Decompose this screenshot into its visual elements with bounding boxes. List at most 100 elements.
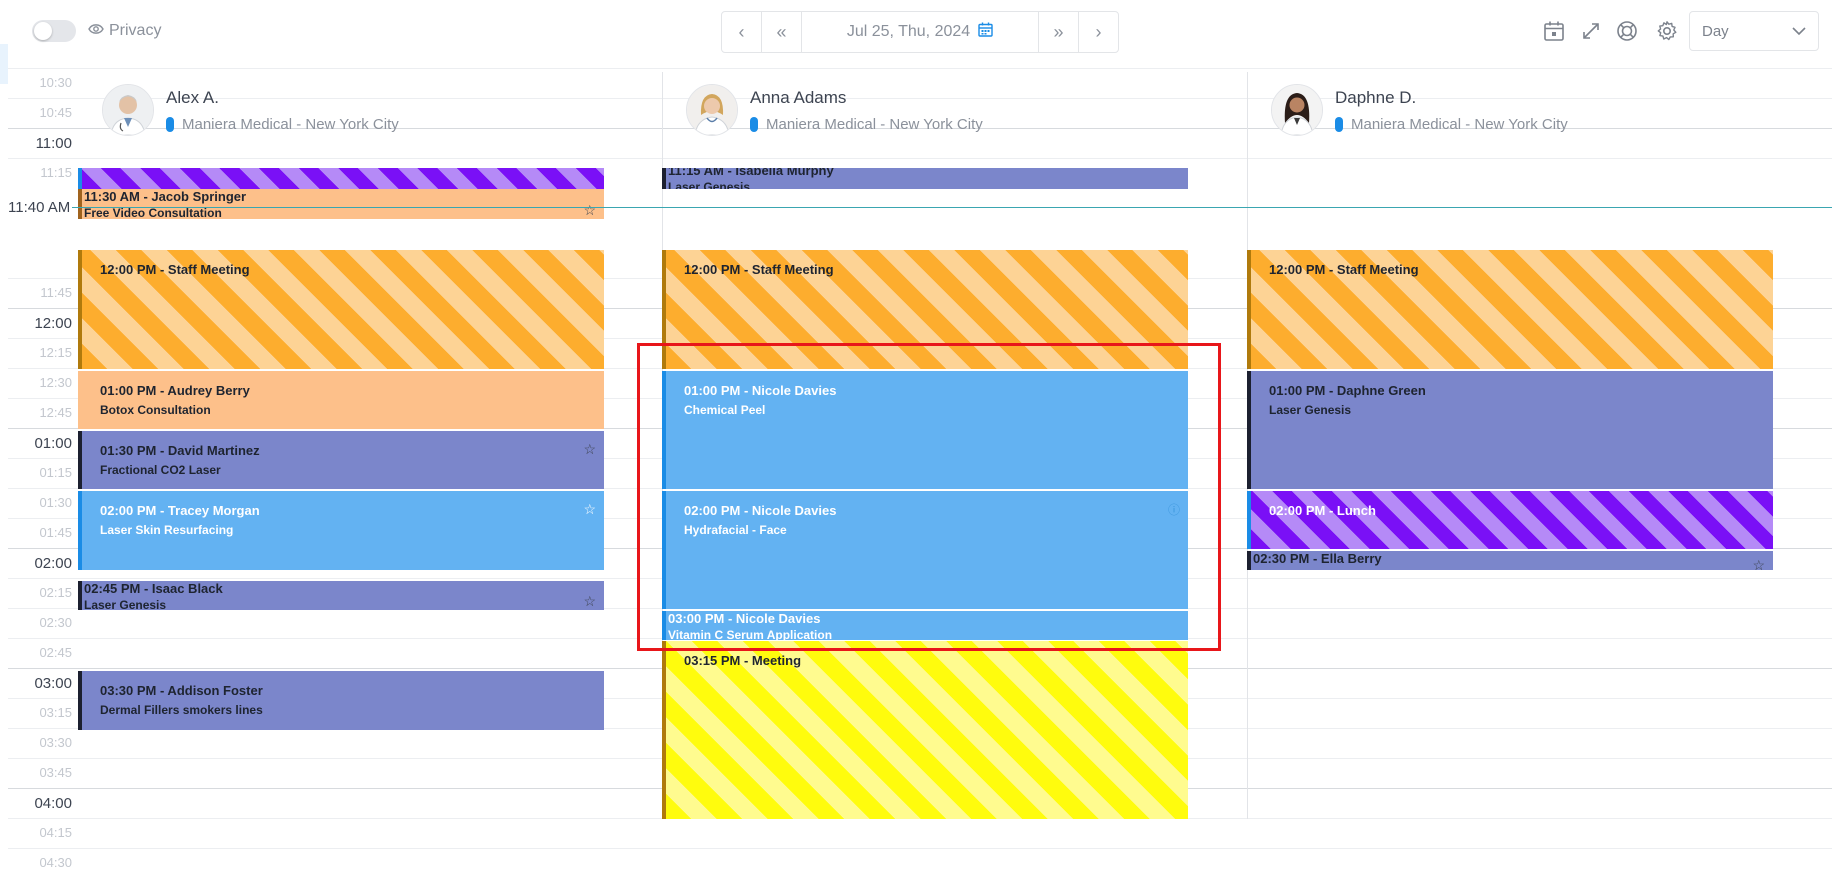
grid-line xyxy=(8,848,1832,849)
event-david-martinez[interactable]: 01:30 PM - David Martinez Fractional CO2… xyxy=(78,431,604,489)
resource-location: Maniera Medical - New York City xyxy=(1335,116,1568,133)
event-tracey-morgan[interactable]: 02:00 PM - Tracey Morgan Laser Skin Resu… xyxy=(78,491,604,570)
location-color-pill xyxy=(750,117,758,132)
highlight-box xyxy=(637,343,1221,651)
current-time-label: 11:40 AM xyxy=(8,199,73,216)
time-label: 03:00 xyxy=(34,675,72,692)
time-label: 02:45 xyxy=(39,645,72,660)
view-select-value: Day xyxy=(1702,22,1729,40)
chevron-left-icon: ‹ xyxy=(738,21,745,42)
event-jacob-springer[interactable]: 11:30 AM - Jacob Springer Free Video Con… xyxy=(78,189,604,219)
lifebuoy-icon[interactable] xyxy=(1614,18,1640,44)
event-title: 01:30 PM - David Martinez xyxy=(100,443,260,458)
event-lunch[interactable]: 02:00 PM - Lunch xyxy=(1247,491,1773,549)
star-icon[interactable]: ☆ xyxy=(583,441,596,458)
time-label: 01:45 xyxy=(39,525,72,540)
event-audrey-berry[interactable]: 01:00 PM - Audrey Berry Botox Consultati… xyxy=(78,371,604,429)
event-title: 02:30 PM - Ella Berry xyxy=(1253,551,1382,566)
next-week-button[interactable]: » xyxy=(1038,12,1078,52)
event-subtitle: Laser Skin Resurfacing xyxy=(100,523,234,537)
resource-location: Maniera Medical - New York City xyxy=(750,116,983,133)
time-label: 03:15 xyxy=(39,705,72,720)
double-chevron-left-icon: « xyxy=(776,21,787,42)
event-subtitle: Laser Genesis xyxy=(84,598,167,610)
event-title: 03:15 PM - Meeting xyxy=(684,653,802,668)
gear-icon[interactable] xyxy=(1654,18,1680,44)
event-meeting[interactable]: 03:15 PM - Meeting xyxy=(662,641,1188,819)
calendar-icon xyxy=(978,22,993,42)
star-icon[interactable]: ☆ xyxy=(583,593,596,610)
time-label: 03:45 xyxy=(39,765,72,780)
top-toolbar: Privacy ‹ « Jul 25, Thu, 2024 » › Day xyxy=(0,0,1832,62)
event-title: 12:00 PM - Staff Meeting xyxy=(100,262,250,277)
resource-location: Maniera Medical - New York City xyxy=(166,116,399,133)
privacy-toggle[interactable] xyxy=(32,20,76,42)
avatar xyxy=(1271,84,1323,136)
time-label: 03:30 xyxy=(39,735,72,750)
event-title: 02:00 PM - Lunch xyxy=(1269,503,1376,518)
time-label: 11:15 xyxy=(40,165,72,180)
current-time-line xyxy=(70,207,1832,208)
time-label: 12:30 xyxy=(39,375,72,390)
event-subtitle: Laser Genesis xyxy=(1269,403,1352,417)
date-navigator: ‹ « Jul 25, Thu, 2024 » › xyxy=(721,11,1119,53)
resource-header-alex: Alex A. Maniera Medical - New York City xyxy=(102,84,399,138)
event-block[interactable] xyxy=(78,168,604,189)
time-label: 12:15 xyxy=(39,345,72,360)
event-subtitle: Botox Consultation xyxy=(100,403,211,417)
event-subtitle: Laser Genesis xyxy=(668,180,751,189)
star-icon[interactable]: ☆ xyxy=(1752,557,1765,570)
event-title: 02:45 PM - Isaac Black xyxy=(84,581,223,596)
event-daphne-green[interactable]: 01:00 PM - Daphne Green Laser Genesis xyxy=(1247,371,1773,489)
prev-day-button[interactable]: ‹ xyxy=(722,12,762,52)
time-label: 11:45 xyxy=(40,285,72,300)
time-label: 01:00 xyxy=(34,435,72,452)
resource-header-anna: Anna Adams Maniera Medical - New York Ci… xyxy=(686,84,983,138)
time-label: 04:30 xyxy=(39,855,72,870)
privacy-control[interactable]: Privacy xyxy=(88,20,161,42)
time-label: 10:45 xyxy=(39,105,72,120)
date-picker[interactable]: Jul 25, Thu, 2024 xyxy=(802,12,1038,52)
time-label: 12:45 xyxy=(39,405,72,420)
avatar xyxy=(102,84,154,136)
grid-line xyxy=(8,68,1832,69)
event-addison-foster[interactable]: 03:30 PM - Addison Foster Dermal Fillers… xyxy=(78,671,604,730)
location-label: Maniera Medical - New York City xyxy=(766,116,983,133)
double-chevron-right-icon: » xyxy=(1053,21,1064,42)
event-title: 11:15 AM - Isabella Murphy xyxy=(668,168,834,178)
current-date: Jul 25, Thu, 2024 xyxy=(846,23,971,40)
resource-name: Alex A. xyxy=(166,88,219,107)
star-icon[interactable]: ☆ xyxy=(583,501,596,518)
event-title: 01:00 PM - Daphne Green xyxy=(1269,383,1426,398)
time-label: 01:30 xyxy=(39,495,72,510)
event-subtitle: Dermal Fillers smokers lines xyxy=(100,703,263,717)
time-label: 10:30 xyxy=(39,75,72,90)
event-staff-meeting[interactable]: 12:00 PM - Staff Meeting xyxy=(1247,250,1773,369)
view-select[interactable]: Day xyxy=(1689,11,1819,51)
prev-week-button[interactable]: « xyxy=(762,12,802,52)
chevron-right-icon: › xyxy=(1095,21,1102,42)
privacy-label: Privacy xyxy=(109,22,162,39)
event-subtitle: Fractional CO2 Laser xyxy=(100,463,221,477)
event-title: 12:00 PM - Staff Meeting xyxy=(1269,262,1419,277)
next-day-button[interactable]: › xyxy=(1078,12,1118,52)
star-icon[interactable]: ☆ xyxy=(583,202,596,219)
event-isaac-black[interactable]: 02:45 PM - Isaac Black Laser Genesis ☆ xyxy=(78,581,604,610)
toggle-knob xyxy=(34,22,52,40)
expand-icon[interactable] xyxy=(1578,18,1604,44)
sidebar-edge-marker xyxy=(0,44,8,84)
event-title: 12:00 PM - Staff Meeting xyxy=(684,262,834,277)
eye-icon xyxy=(88,22,104,40)
event-staff-meeting[interactable]: 12:00 PM - Staff Meeting xyxy=(78,250,604,369)
event-title: 03:30 PM - Addison Foster xyxy=(100,683,263,698)
location-label: Maniera Medical - New York City xyxy=(182,116,399,133)
resource-header-daphne: Daphne D. Maniera Medical - New York Cit… xyxy=(1271,84,1568,138)
event-isabella-murphy[interactable]: 11:15 AM - Isabella Murphy Laser Genesis xyxy=(662,168,1188,189)
grid-line xyxy=(8,158,1832,159)
avatar xyxy=(686,84,738,136)
calendar-add-icon[interactable] xyxy=(1541,18,1567,44)
event-ella-berry[interactable]: 02:30 PM - Ella Berry ☆ xyxy=(1247,551,1773,570)
time-label: 12:00 xyxy=(34,315,72,332)
resource-name: Anna Adams xyxy=(750,88,847,107)
location-label: Maniera Medical - New York City xyxy=(1351,116,1568,133)
